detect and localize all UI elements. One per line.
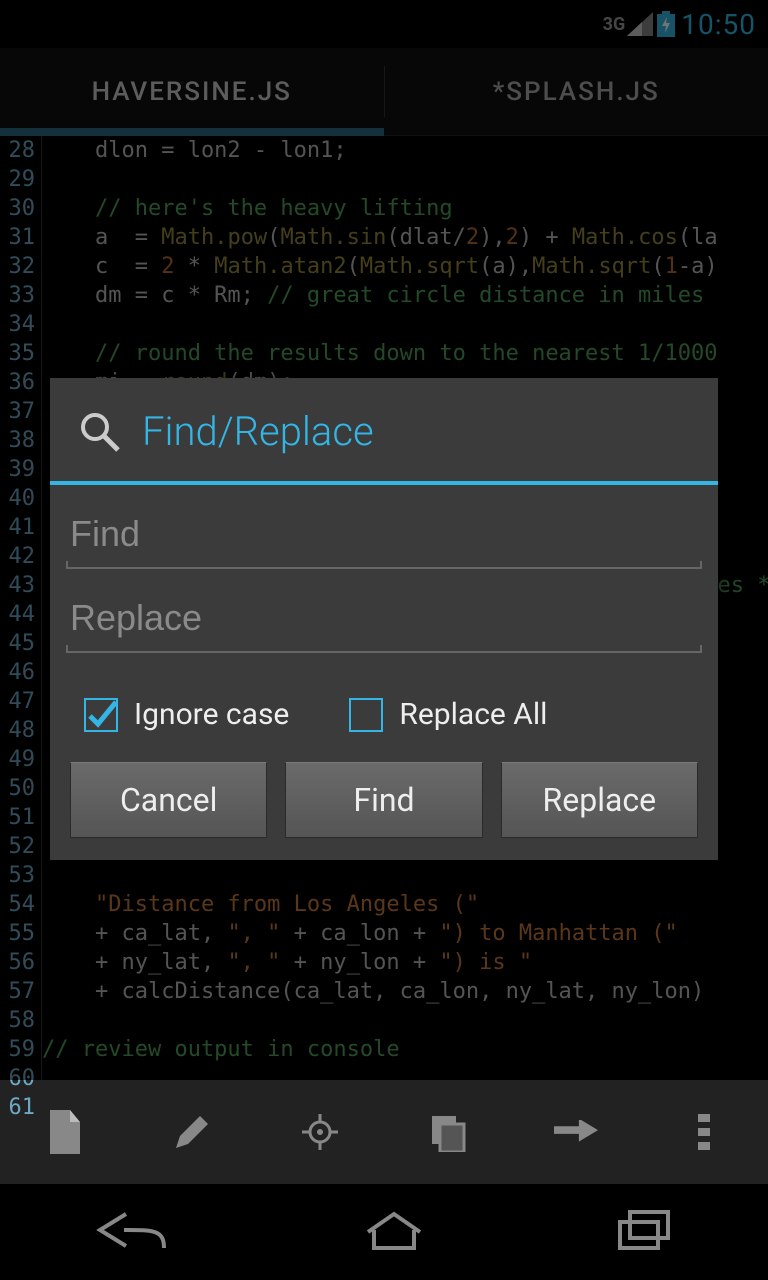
dialog-title: Find/Replace: [142, 408, 374, 455]
ignore-case-checkbox[interactable]: Ignore case: [84, 697, 289, 732]
find-input[interactable]: [66, 503, 702, 565]
target-icon[interactable]: [298, 1110, 342, 1154]
replace-input[interactable]: [66, 587, 702, 649]
run-icon[interactable]: [554, 1110, 598, 1154]
recents-button[interactable]: [614, 1208, 674, 1256]
find-button[interactable]: Find: [285, 762, 482, 838]
dialog-body: Ignore case Replace All Cancel Find Repl…: [50, 485, 718, 860]
find-field: [66, 503, 702, 573]
back-button[interactable]: [94, 1208, 174, 1256]
search-icon: [78, 410, 122, 454]
checkbox-row: Ignore case Replace All: [66, 671, 702, 762]
copy-icon[interactable]: [426, 1110, 470, 1154]
replace-all-checkbox[interactable]: Replace All: [349, 697, 547, 732]
checkbox-label: Ignore case: [134, 697, 289, 732]
pencil-icon[interactable]: [170, 1110, 214, 1154]
action-bar: [0, 1080, 768, 1184]
file-icon[interactable]: [42, 1110, 86, 1154]
checkbox-label: Replace All: [399, 697, 547, 732]
cancel-button[interactable]: Cancel: [70, 762, 267, 838]
replace-button[interactable]: Replace: [501, 762, 698, 838]
home-button[interactable]: [362, 1208, 426, 1256]
overflow-icon[interactable]: [682, 1110, 726, 1154]
system-nav-bar: [0, 1184, 768, 1280]
replace-field: [66, 587, 702, 657]
dialog-button-row: Cancel Find Replace: [66, 762, 702, 838]
find-replace-dialog: Find/Replace Ignore case Replace All Can…: [50, 378, 718, 860]
dialog-title-row: Find/Replace: [50, 378, 718, 481]
